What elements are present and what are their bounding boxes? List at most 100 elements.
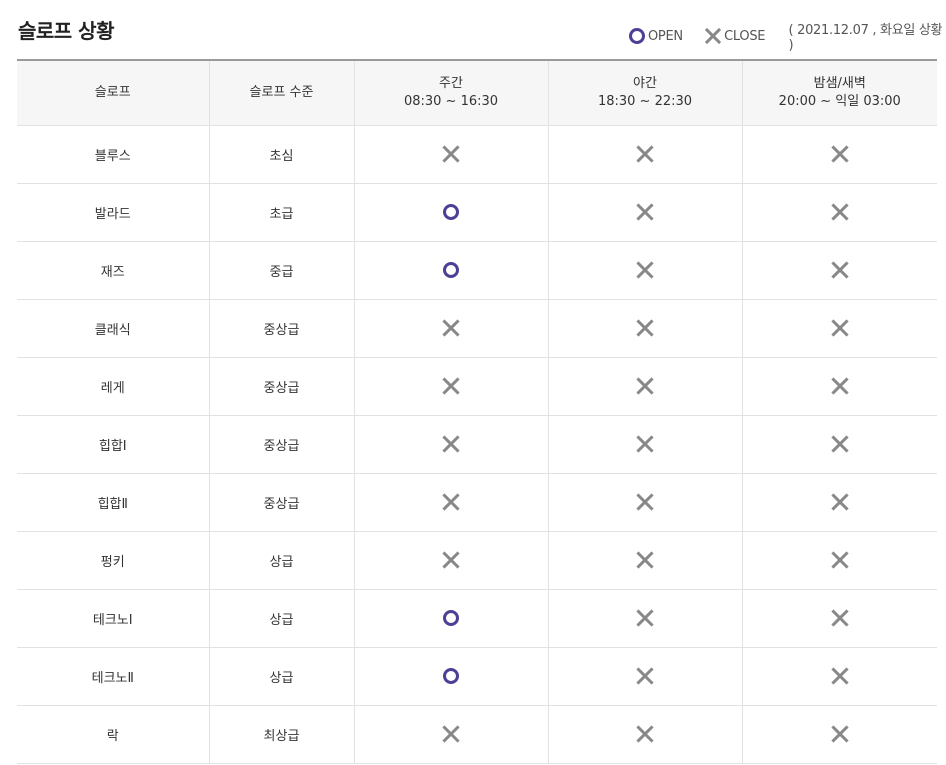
status-date-note: ( 2021.12.07 , 화요일 상황 ) <box>788 23 943 53</box>
slope-status-table: 슬로프 슬로프 수준 주간 08:30 ~ 16:30 야간 18:30 ~ 22:30 밤… <box>17 59 937 764</box>
close-x-icon <box>831 725 849 743</box>
daytime-status-cell <box>353 299 548 358</box>
close-x-icon <box>636 725 654 743</box>
table-row: 락 최상급 <box>17 705 937 764</box>
header-label: 주간 <box>439 75 463 91</box>
status-legend: OPEN CLOSE ( 2021.12.07 , 화요일 상황 ) <box>628 23 946 53</box>
table-row: 레게 중상급 <box>17 357 937 416</box>
night-status-cell <box>547 125 742 184</box>
close-x-icon <box>831 435 849 453</box>
night-status-cell <box>547 183 742 242</box>
table-row: 힙합Ⅰ 중상급 <box>17 415 937 474</box>
close-x-icon <box>831 609 849 627</box>
slope-level-cell: 중상급 <box>208 473 354 532</box>
slope-level-cell: 초급 <box>208 183 354 242</box>
table-row: 테크노Ⅱ 상급 <box>17 647 937 706</box>
open-circle-icon <box>629 28 645 44</box>
open-circle-icon <box>443 668 459 684</box>
open-circle-icon <box>443 262 459 278</box>
slope-level-cell: 최상급 <box>208 705 354 764</box>
close-x-icon <box>636 493 654 511</box>
close-x-icon <box>705 27 722 45</box>
daytime-status-cell <box>353 241 548 300</box>
legend-close: CLOSE <box>704 27 766 45</box>
table-row: 재즈 중급 <box>17 241 937 300</box>
legend-open-label: OPEN <box>648 28 683 44</box>
header-night: 야간 18:30 ~ 22:30 <box>547 59 742 126</box>
daytime-status-cell <box>353 647 548 706</box>
close-x-icon <box>831 493 849 511</box>
close-x-icon <box>442 493 460 511</box>
close-x-icon <box>636 551 654 569</box>
close-x-icon <box>831 203 849 221</box>
slope-name-cell: 락 <box>17 705 209 764</box>
night-status-cell <box>547 705 742 764</box>
slope-name-cell: 발라드 <box>17 183 209 242</box>
night-status-cell <box>547 589 742 648</box>
night-status-cell <box>547 299 742 358</box>
overnight-status-cell <box>741 241 937 300</box>
header-label: 슬로프 <box>94 84 131 100</box>
header-slope: 슬로프 <box>17 59 209 126</box>
table-body: 블루스 초심 발라드 초급 재즈 중급 클래식 중상급 레게 중상급 힙합Ⅰ 중상급 힙합Ⅱ 중상급 펑키 상… <box>17 125 937 764</box>
close-x-icon <box>442 319 460 337</box>
slope-level-cell: 중상급 <box>208 415 354 474</box>
daytime-status-cell <box>353 531 548 590</box>
close-x-icon <box>636 609 654 627</box>
header-time-range: 20:00 ~ 익일 03:00 <box>778 93 901 109</box>
table-row: 힙합Ⅱ 중상급 <box>17 473 937 532</box>
header-time-range: 08:30 ~ 16:30 <box>403 93 499 109</box>
slope-name-cell: 클래식 <box>17 299 209 358</box>
slope-name-cell: 블루스 <box>17 125 209 184</box>
slope-level-cell: 상급 <box>208 589 354 648</box>
slope-name-cell: 테크노Ⅰ <box>17 589 209 648</box>
header-time-range: 18:30 ~ 22:30 <box>597 93 693 109</box>
slope-name-cell: 펑키 <box>17 531 209 590</box>
close-x-icon <box>636 203 654 221</box>
open-circle-icon <box>443 610 459 626</box>
overnight-status-cell <box>741 647 937 706</box>
close-x-icon <box>831 319 849 337</box>
page-title: 슬로프 상황 <box>18 19 114 43</box>
close-x-icon <box>831 667 849 685</box>
header-label: 슬로프 수준 <box>249 84 314 100</box>
daytime-status-cell <box>353 415 548 474</box>
table-header-row: 슬로프 슬로프 수준 주간 08:30 ~ 16:30 야간 18:30 ~ 22:30 밤… <box>17 59 937 126</box>
header-daytime: 주간 08:30 ~ 16:30 <box>353 59 548 126</box>
night-status-cell <box>547 531 742 590</box>
slope-name-cell: 레게 <box>17 357 209 416</box>
header-label: 야간 <box>633 75 657 91</box>
table-row: 블루스 초심 <box>17 125 937 184</box>
close-x-icon <box>442 435 460 453</box>
header-overnight: 밤샘/새벽 20:00 ~ 익일 03:00 <box>741 59 937 126</box>
night-status-cell <box>547 357 742 416</box>
header-label: 밤샘/새벽 <box>813 75 866 91</box>
close-x-icon <box>636 377 654 395</box>
overnight-status-cell <box>741 125 937 184</box>
slope-level-cell: 상급 <box>208 531 354 590</box>
daytime-status-cell <box>353 589 548 648</box>
table-row: 발라드 초급 <box>17 183 937 242</box>
overnight-status-cell <box>741 299 937 358</box>
daytime-status-cell <box>353 705 548 764</box>
overnight-status-cell <box>741 473 937 532</box>
daytime-status-cell <box>353 125 548 184</box>
slope-name-cell: 테크노Ⅱ <box>17 647 209 706</box>
close-x-icon <box>636 261 654 279</box>
overnight-status-cell <box>741 357 937 416</box>
night-status-cell <box>547 647 742 706</box>
close-x-icon <box>636 667 654 685</box>
daytime-status-cell <box>353 183 548 242</box>
close-x-icon <box>831 145 849 163</box>
close-x-icon <box>636 145 654 163</box>
close-x-icon <box>831 377 849 395</box>
open-circle-icon <box>443 204 459 220</box>
daytime-status-cell <box>353 473 548 532</box>
close-x-icon <box>636 319 654 337</box>
overnight-status-cell <box>741 415 937 474</box>
close-x-icon <box>442 551 460 569</box>
slope-level-cell: 상급 <box>208 647 354 706</box>
slope-name-cell: 힙합Ⅱ <box>17 473 209 532</box>
overnight-status-cell <box>741 183 937 242</box>
daytime-status-cell <box>353 357 548 416</box>
